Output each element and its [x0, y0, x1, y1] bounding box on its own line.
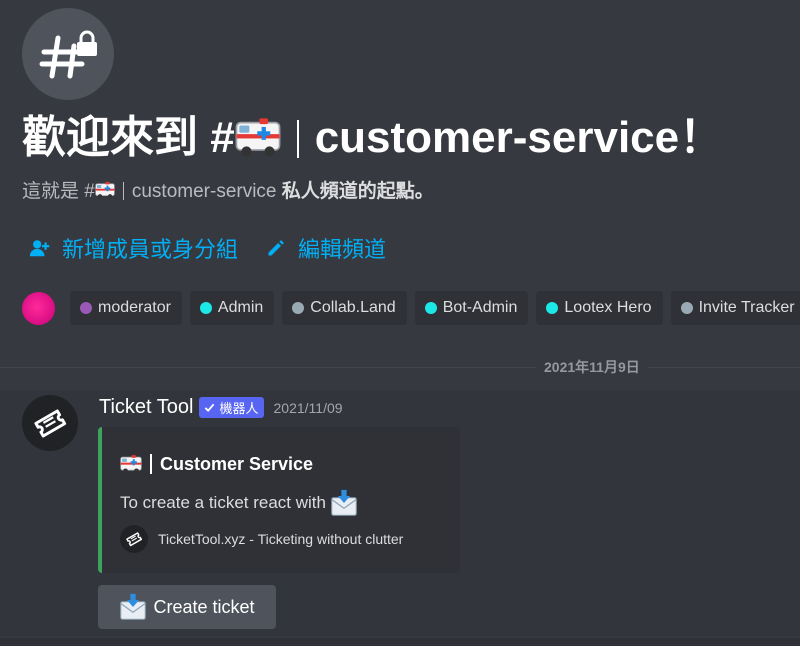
- embed-title-text: Customer Service: [160, 453, 314, 474]
- pencil-icon: [268, 240, 284, 256]
- role-pill-bot-admin[interactable]: Bot-Admin: [414, 291, 529, 325]
- date-divider: 2021年11月9日: [536, 357, 648, 377]
- role-pill-collab-land[interactable]: Collab.Land: [282, 291, 407, 325]
- ambulance-icon: [95, 181, 115, 199]
- bottom-strip: [0, 638, 800, 646]
- role-name: Collab.Land: [310, 299, 396, 316]
- avatar[interactable]: [22, 291, 55, 325]
- welcome-title-suffix: ！: [679, 113, 724, 162]
- welcome-subtitle-channel: customer-service: [131, 181, 277, 202]
- role-pill-moderator[interactable]: moderator: [70, 291, 182, 325]
- embed-footer-text: TicketTool.xyz - Ticketing without clutt…: [158, 531, 404, 547]
- footer-icon: [120, 525, 148, 553]
- bot-avatar[interactable]: [22, 395, 78, 451]
- create-ticket-button[interactable]: Create ticket: [98, 585, 276, 629]
- role-pill-admin[interactable]: Admin: [189, 291, 275, 325]
- welcome-subtitle: 這就是 # customer-service 私人頻道的起點。: [22, 176, 434, 203]
- embed-description-text: To create a ticket react with: [120, 493, 326, 512]
- hash-lock-icon: [39, 30, 97, 79]
- role-dot: [546, 302, 559, 314]
- ambulance-icon: [235, 117, 281, 158]
- bot-tag-label: 機器人: [219, 401, 259, 416]
- incoming-envelope-icon: [331, 489, 357, 516]
- embed-title: Customer Service: [120, 453, 313, 475]
- welcome-title-prefix: 歡迎來到 #: [22, 113, 235, 162]
- role-name: Lootex Hero: [564, 299, 652, 316]
- role-dot: [80, 302, 92, 314]
- embed-description: To create a ticket react with: [120, 489, 358, 517]
- create-ticket-label: Create ticket: [153, 596, 255, 617]
- role-name: Bot-Admin: [442, 299, 518, 316]
- message-timestamp: 2021/11/09: [273, 399, 343, 416]
- message-embed: Customer Service To create a ticket reac…: [98, 427, 460, 573]
- role-name: Admin: [217, 299, 264, 316]
- message-author[interactable]: Ticket Tool: [99, 396, 193, 419]
- welcome-subtitle-prefix: 這就是 #: [22, 181, 95, 202]
- role-dot: [292, 302, 305, 314]
- add-user-icon: [29, 240, 50, 257]
- add-members-button[interactable]: 新增成員或身分組: [28, 232, 238, 264]
- embed-title-separator: [150, 454, 152, 474]
- role-pill-invite-tracker[interactable]: Invite Tracker: [670, 291, 800, 325]
- date-divider-line: [0, 367, 800, 368]
- role-pill-lootex-hero[interactable]: Lootex Hero: [536, 291, 663, 325]
- role-name: Invite Tracker: [698, 299, 795, 316]
- bot-tag: 機器人: [199, 397, 264, 418]
- incoming-envelope-icon: [120, 593, 147, 620]
- ambulance-icon: [120, 454, 142, 474]
- channel-icon: [22, 8, 114, 100]
- role-dot: [199, 302, 212, 314]
- welcome-subtitle-suffix: 私人頻道的起點。: [281, 181, 434, 202]
- welcome-channel-name: customer-service: [314, 113, 680, 162]
- role-dot: [680, 302, 693, 314]
- ticket-icon: [34, 409, 67, 438]
- verified-check-icon: [205, 403, 215, 413]
- title-separator: [296, 120, 299, 158]
- channel-roles: moderator Admin Collab.Land Bot-Admin Lo…: [22, 291, 800, 325]
- add-members-label: 新增成員或身分組: [62, 237, 239, 262]
- subtitle-separator: [122, 182, 124, 200]
- message-header: Ticket Tool 機器人 2021/11/09: [99, 396, 343, 419]
- role-dot: [424, 302, 437, 314]
- role-name: moderator: [98, 299, 171, 316]
- embed-footer: TicketTool.xyz - Ticketing without clutt…: [120, 525, 403, 553]
- edit-channel-button[interactable]: 編輯頻道: [266, 232, 386, 264]
- welcome-actions: 新增成員或身分組 編輯頻道: [28, 232, 386, 264]
- welcome-title: 歡迎來到 # customer-service！: [22, 108, 800, 168]
- edit-channel-label: 編輯頻道: [298, 237, 387, 262]
- ticket-icon: [126, 532, 143, 547]
